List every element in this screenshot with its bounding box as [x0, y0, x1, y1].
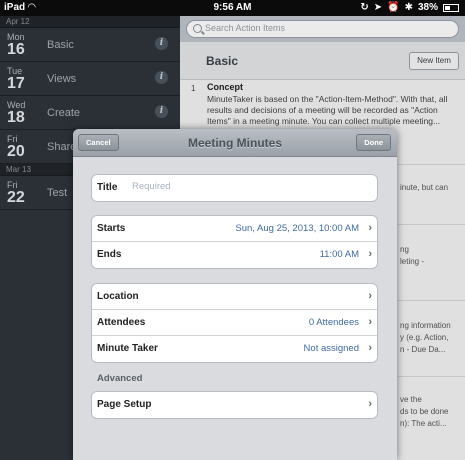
title-cell[interactable]: Title — [92, 175, 377, 201]
location-label: Location — [97, 291, 139, 302]
minute-taker-label: Minute Taker — [97, 343, 158, 354]
people-group: Location › Attendees 0 Attendees › Minut… — [91, 283, 378, 363]
chevron-right-icon: › — [368, 316, 372, 328]
title-label: Title — [97, 182, 118, 193]
bluetooth-icon: ✱ — [404, 2, 413, 13]
battery-icon — [443, 3, 459, 12]
page-setup-cell[interactable]: Page Setup › — [92, 392, 377, 418]
alarm-icon: ⏰ — [387, 2, 400, 13]
rotation-lock-icon: ↻ — [360, 2, 369, 13]
location-icon: ➤ — [373, 2, 383, 13]
modal-nav-bar: Cancel Meeting Minutes Done — [73, 129, 397, 157]
done-button[interactable]: Done — [356, 134, 391, 151]
status-indicators: ↻ ➤ ⏰ ✱ 38% — [360, 2, 459, 13]
battery-percent: 38% — [417, 2, 438, 13]
status-bar: iPad ◠ 9:56 AM ↻ ➤ ⏰ ✱ 38% — [0, 0, 465, 16]
ipad-screen: iPad ◠ 9:56 AM ↻ ➤ ⏰ ✱ 38% Apr 12 Mon 16… — [0, 0, 465, 460]
starts-cell[interactable]: Starts Sun, Aug 25, 2013, 10:00 AM › — [92, 216, 377, 242]
minute-taker-value: Not assigned — [303, 343, 359, 354]
chevron-right-icon: › — [368, 398, 372, 410]
ends-label: Ends — [97, 249, 122, 260]
attendees-label: Attendees — [97, 317, 146, 328]
chevron-right-icon: › — [368, 342, 372, 354]
attendees-cell[interactable]: Attendees 0 Attendees › — [92, 310, 377, 336]
meeting-minutes-modal: Cancel Meeting Minutes Done Title Starts… — [73, 129, 397, 460]
title-group: Title — [91, 174, 378, 202]
chevron-right-icon: › — [368, 248, 372, 260]
starts-label: Starts — [97, 223, 126, 234]
advanced-section-label: Advanced — [97, 373, 143, 384]
ends-value: 11:00 AM — [319, 249, 359, 260]
advanced-group: Page Setup › — [91, 391, 378, 419]
chevron-right-icon: › — [368, 222, 372, 234]
battery-fill — [445, 5, 450, 10]
ends-cell[interactable]: Ends 11:00 AM › — [92, 242, 377, 268]
modal-title: Meeting Minutes — [187, 136, 282, 150]
title-input[interactable] — [132, 181, 332, 192]
time-group: Starts Sun, Aug 25, 2013, 10:00 AM › End… — [91, 215, 378, 269]
minute-taker-cell[interactable]: Minute Taker Not assigned › — [92, 336, 377, 362]
location-cell[interactable]: Location › — [92, 284, 377, 310]
attendees-value: 0 Attendees — [308, 317, 359, 328]
starts-value: Sun, Aug 25, 2013, 10:00 AM — [235, 223, 359, 234]
page-setup-label: Page Setup — [97, 399, 152, 410]
chevron-right-icon: › — [368, 290, 372, 302]
